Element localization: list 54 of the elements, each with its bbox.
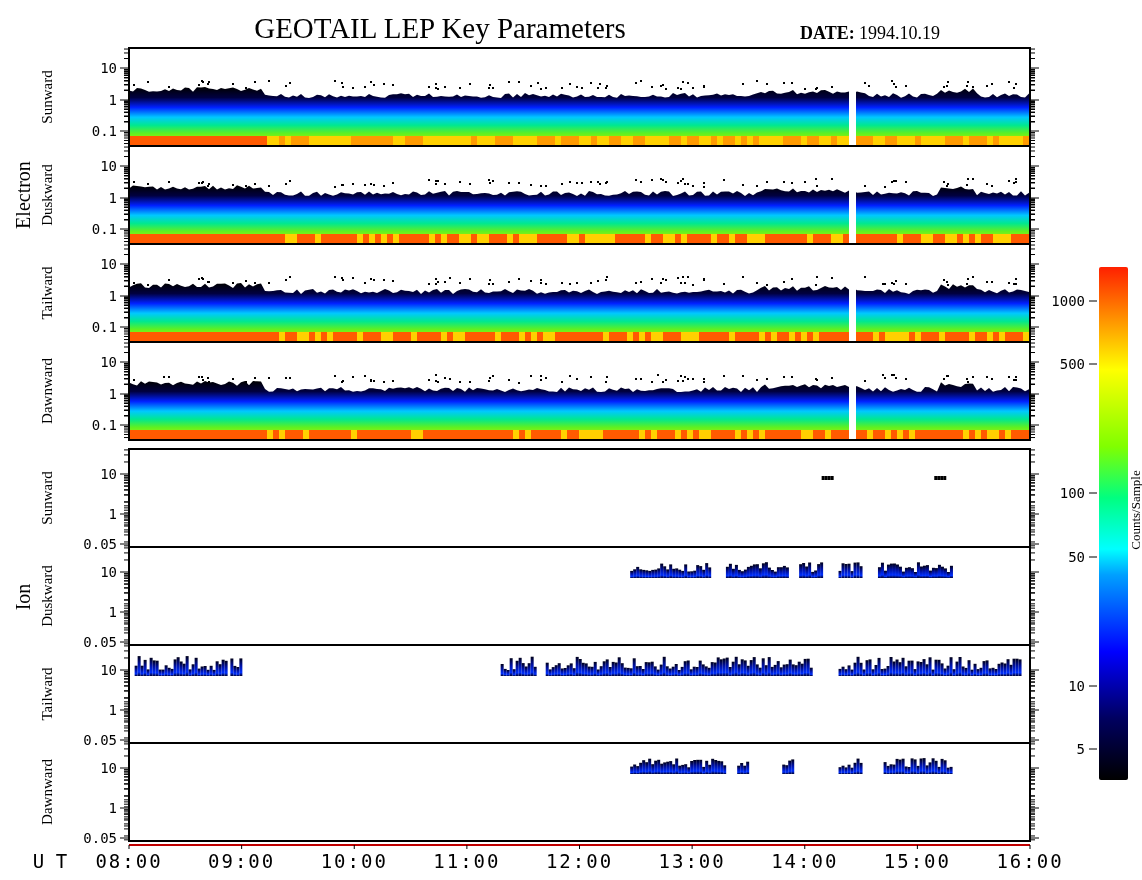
axis-label: Duskward [39, 565, 55, 627]
tick-label: 10 [100, 256, 117, 272]
date-value: 1994.10.19 [859, 23, 940, 43]
tick-label: 10:00 [320, 850, 388, 872]
tick-label: 10 [100, 564, 117, 580]
tick-label: 10 [100, 60, 117, 76]
tick-label: 12:00 [545, 850, 614, 872]
axis-label: U T [32, 850, 68, 872]
tick-label: 0.1 [91, 123, 117, 139]
axis-label: Dawnward [39, 759, 55, 825]
tick-label: 10 [100, 354, 117, 370]
tick-label: 08:00 [95, 850, 163, 872]
tick-label: 1 [108, 92, 117, 108]
tick-label: 0.1 [91, 319, 117, 335]
plot-title: GEOTAIL LEP Key Parameters [254, 12, 626, 44]
axis-label: Dawnward [39, 358, 55, 424]
tick-label: 0.05 [83, 634, 117, 650]
tick-label: 50 [1068, 549, 1085, 565]
tick-label: 1 [108, 800, 117, 816]
tick-label: 16:00 [996, 850, 1064, 872]
tick-label: 1 [108, 702, 117, 718]
tick-label: 1 [108, 506, 117, 522]
tick-label: 10 [100, 466, 117, 482]
tick-label: 1000 [1051, 293, 1085, 309]
tick-label: 5 [1076, 741, 1085, 757]
tick-label: 10 [100, 760, 117, 776]
tick-label: 1 [108, 288, 117, 304]
tick-label: 500 [1059, 356, 1085, 372]
axis-label: Ion [12, 583, 34, 611]
tick-label: 0.05 [83, 536, 117, 552]
tick-label: 09:00 [208, 850, 276, 872]
date-label: DATE: [800, 23, 855, 43]
tick-label: 100 [1059, 485, 1085, 501]
axis-label: Sunward [39, 70, 55, 124]
tick-label: 14:00 [771, 850, 839, 872]
tick-label: 0.05 [83, 732, 117, 748]
axis-label: Counts/Sample [1128, 470, 1142, 550]
axis-label: Duskward [39, 164, 55, 226]
tick-label: 1 [108, 604, 117, 620]
tick-label: 15:00 [883, 850, 951, 872]
tick-label: 0.05 [83, 830, 117, 846]
tick-label: 11:00 [433, 850, 501, 872]
tick-label: 1 [108, 386, 117, 402]
axis-label: Sunward [39, 471, 55, 525]
tick-label: 13:00 [658, 850, 726, 872]
axis-label: Tailward [39, 667, 55, 721]
tick-label: 10 [100, 662, 117, 678]
tick-label: 0.1 [91, 221, 117, 237]
tick-label: 10 [100, 158, 117, 174]
axis-label: Electron [12, 161, 34, 229]
tick-label: 10 [1068, 678, 1085, 694]
axis-label: Tailward [39, 266, 55, 320]
tick-label: 1 [108, 190, 117, 206]
tick-label: 0.1 [91, 417, 117, 433]
